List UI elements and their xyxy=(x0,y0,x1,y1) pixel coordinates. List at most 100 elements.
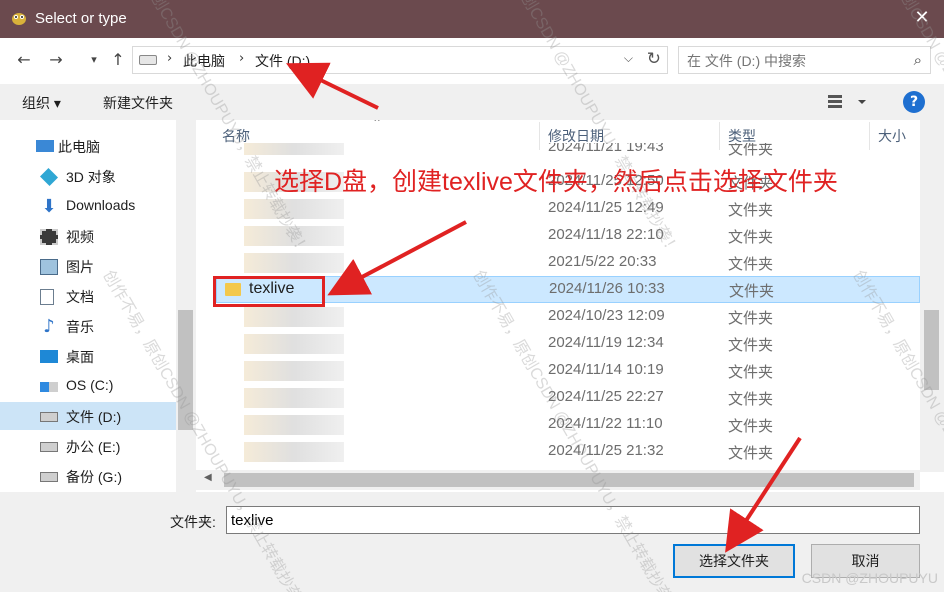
file-list-horizontal-scrollbar[interactable]: ◀ xyxy=(196,470,920,490)
cube-icon xyxy=(39,167,59,187)
sidebar-item-label: 音乐 xyxy=(66,319,94,335)
select-folder-button[interactable]: 选择文件夹 xyxy=(673,544,795,578)
table-row[interactable]: 2024/11/14 10:19 文件夹 xyxy=(216,358,920,385)
computer-icon xyxy=(36,140,54,152)
file-date: 2024/11/14 10:19 xyxy=(548,361,664,378)
address-bar[interactable]: › 此电脑 › 文件 (D:) ⌵ ↻ xyxy=(132,46,668,74)
file-type: 文件夹 xyxy=(728,391,774,408)
sidebar-item-label: 桌面 xyxy=(66,349,94,365)
file-date: 2024/11/25 22:27 xyxy=(548,388,664,405)
folder-name-input[interactable] xyxy=(226,506,920,534)
new-folder-button[interactable]: 新建文件夹 xyxy=(103,93,173,113)
navigation-bar: ← → ▾ ↑ › 此电脑 › 文件 (D:) ⌵ ↻ ⌕ xyxy=(0,38,944,84)
sidebar-item-downloads[interactable]: ⬇ Downloads xyxy=(0,192,176,220)
file-type: 文件夹 xyxy=(728,310,774,327)
sidebar-item-label: OS (C:) xyxy=(66,377,114,393)
folder-label: 文件夹: xyxy=(170,514,216,530)
file-date: 2024/11/22 11:10 xyxy=(548,415,663,432)
download-icon: ⬇ xyxy=(41,196,57,217)
sidebar-item-desktop[interactable]: 桌面 xyxy=(0,342,176,370)
app-icon xyxy=(12,13,26,25)
document-icon xyxy=(40,289,54,305)
file-type: 文件夹 xyxy=(728,143,774,157)
table-row[interactable]: 2021/5/22 20:33 文件夹 xyxy=(216,250,920,277)
table-row[interactable]: 2024/11/19 12:34 文件夹 xyxy=(216,331,920,358)
file-date: 2021/5/22 20:33 xyxy=(548,253,657,270)
sidebar-item-label: 3D 对象 xyxy=(66,169,116,185)
command-bar: 组织 ▾ 新建文件夹 ? xyxy=(0,84,944,120)
table-row[interactable]: 2024/10/23 12:09 文件夹 xyxy=(216,304,920,331)
redacted-name xyxy=(244,442,344,462)
file-type: 文件夹 xyxy=(728,364,774,381)
view-options-icon[interactable] xyxy=(826,93,868,111)
sidebar-item-label: 文件 (D:) xyxy=(66,409,122,425)
back-arrow-icon[interactable]: ← xyxy=(14,50,34,70)
sidebar-item-drive-e[interactable]: 办公 (E:) xyxy=(0,432,176,460)
redacted-name xyxy=(244,361,344,381)
sidebar-item-videos[interactable]: 视频 xyxy=(0,222,176,250)
breadcrumb-this-pc[interactable]: 此电脑 xyxy=(183,51,225,71)
table-row[interactable]: 2024/11/25 21:32 文件夹 xyxy=(216,439,920,466)
file-type: 文件夹 xyxy=(728,202,774,219)
file-date: 2024/11/18 22:10 xyxy=(548,226,664,243)
address-dropdown-icon[interactable]: ⌵ xyxy=(624,51,633,66)
refresh-icon[interactable]: ↻ xyxy=(647,49,661,69)
picture-icon xyxy=(40,259,58,275)
sidebar-item-drive-g[interactable]: 备份 (G:) xyxy=(0,462,176,490)
recent-locations-chevron-icon[interactable]: ▾ xyxy=(84,50,104,70)
sidebar-item-documents[interactable]: 文档 xyxy=(0,282,176,310)
redacted-name xyxy=(244,143,344,155)
sidebar-item-this-pc[interactable]: 此电脑 xyxy=(0,132,176,160)
close-icon[interactable]: ✕ xyxy=(910,6,934,30)
sidebar-item-3d-objects[interactable]: 3D 对象 xyxy=(0,162,176,190)
drive-icon xyxy=(40,412,58,422)
sidebar-item-pictures[interactable]: 图片 xyxy=(0,252,176,280)
scroll-left-icon[interactable]: ◀ xyxy=(204,472,212,483)
table-row[interactable]: 2024/11/21 19:43 文件夹 xyxy=(216,143,920,157)
table-row[interactable]: 2024/11/25 22:27 文件夹 xyxy=(216,385,920,412)
file-date: 2024/11/19 12:34 xyxy=(548,334,664,351)
file-type: 文件夹 xyxy=(728,256,774,273)
drive-icon xyxy=(139,55,157,65)
sidebar-scrollbar[interactable] xyxy=(176,120,196,492)
file-list-scrollbar-thumb[interactable] xyxy=(924,310,939,390)
file-type: 文件夹 xyxy=(728,445,774,462)
sidebar-item-label: 图片 xyxy=(66,259,94,275)
sidebar-item-label: 视频 xyxy=(66,229,94,245)
search-icon[interactable]: ⌕ xyxy=(914,51,922,69)
sidebar-item-label: 办公 (E:) xyxy=(66,439,121,455)
sidebar-item-drive-d[interactable]: 文件 (D:) xyxy=(0,402,176,430)
table-row[interactable]: 2024/11/18 22:10 文件夹 xyxy=(216,223,920,250)
redacted-name xyxy=(244,253,344,273)
horizontal-scrollbar-thumb[interactable] xyxy=(224,473,914,487)
file-date: 2024/11/26 10:33 xyxy=(549,280,665,297)
navigation-pane: 此电脑 3D 对象 ⬇ Downloads 视频 图片 文档 ♪ 音乐 桌面 O… xyxy=(0,120,196,492)
redacted-name xyxy=(244,307,344,327)
sidebar-item-drive-c[interactable]: OS (C:) xyxy=(0,372,176,400)
breadcrumb-separator-icon: › xyxy=(167,51,173,66)
title-bar: Select or type ✕ xyxy=(0,0,944,38)
annotation-instruction: 选择D盘，创建texlive文件夹，然后点击选择文件夹 xyxy=(274,168,838,196)
breadcrumb-separator-icon: › xyxy=(239,51,245,66)
forward-arrow-icon[interactable]: → xyxy=(46,50,66,70)
redacted-name xyxy=(244,388,344,408)
redacted-name xyxy=(244,199,344,219)
table-row[interactable]: 2024/11/25 12:49 文件夹 xyxy=(216,196,920,223)
up-arrow-icon[interactable]: ↑ xyxy=(108,50,128,70)
video-icon xyxy=(40,229,58,245)
sidebar-item-label: 文档 xyxy=(66,289,94,305)
organize-menu[interactable]: 组织 ▾ xyxy=(22,93,61,113)
file-list-vertical-scrollbar[interactable] xyxy=(920,120,944,472)
file-type: 文件夹 xyxy=(728,337,774,354)
breadcrumb-drive-d[interactable]: 文件 (D:) xyxy=(255,51,310,71)
table-row[interactable]: 2024/11/22 11:10 文件夹 xyxy=(216,412,920,439)
sidebar-item-label: Downloads xyxy=(66,197,136,213)
search-input[interactable] xyxy=(687,51,897,71)
redacted-name xyxy=(244,415,344,435)
help-icon[interactable]: ? xyxy=(903,91,925,113)
file-date: 2024/11/25 21:32 xyxy=(548,442,664,459)
search-box[interactable]: ⌕ xyxy=(678,46,931,74)
window-title: Select or type xyxy=(35,10,127,27)
sidebar-item-music[interactable]: ♪ 音乐 xyxy=(0,312,176,340)
sidebar-scrollbar-thumb[interactable] xyxy=(178,310,193,430)
